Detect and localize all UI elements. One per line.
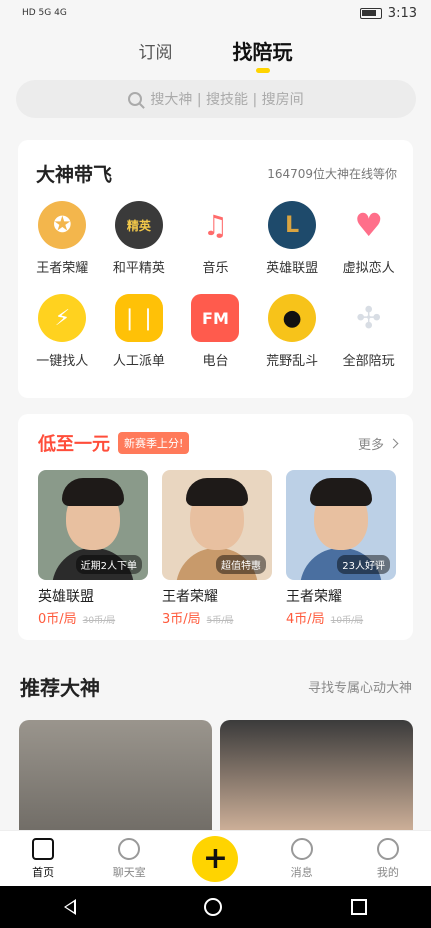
category-radio[interactable]: FM 电台 [177,294,254,369]
home-circle-icon[interactable] [204,898,223,916]
dispatch-icon: ❘❘ [114,294,163,342]
battery-icon [359,7,382,19]
category-manual-dispatch[interactable]: ❘❘ 人工派单 [101,294,178,369]
heart-icon [118,837,141,860]
category-lol[interactable]: L 英雄联盟 [254,201,331,276]
gramophone-icon: ♫ [191,201,240,249]
nav-add[interactable]: + [185,835,245,882]
system-nav-bar [0,886,431,928]
photo-badge: 23人好评 [337,555,390,574]
price: 3币/局 5币/局 [162,612,234,627]
top-players-card: 大神带飞 164709位大神在线等你 ✪ 王者荣耀 精英 和平精英 ♫ 音乐 L… [18,140,413,398]
status-bar: HD 5G 4G 3:13 [0,0,431,26]
recent-apps-icon[interactable] [350,899,367,915]
all-grid-icon: ✣ [344,294,393,342]
price: 4币/局 10币/局 [286,612,364,627]
more-button[interactable]: 更多 [358,434,399,453]
section-title: 大神带飞 [36,164,113,186]
nav-messages[interactable]: 消息 [272,837,332,880]
game-name: 王者荣耀 [286,589,342,605]
search-bar[interactable]: 搜大神 | 搜技能 | 搜房间 [16,80,416,118]
peace-elite-icon: 精英 [114,201,163,249]
search-placeholder: 搜大神 | 搜技能 | 搜房间 [150,92,304,108]
nav-chatroom[interactable]: 聊天室 [99,837,159,880]
nav-home[interactable]: 首页 [13,837,73,880]
deals-title: 低至一元 [38,434,110,455]
back-icon[interactable] [64,899,77,915]
hearts-icon: ♥ [344,201,393,249]
recommend-title: 推荐大神 [20,676,100,700]
category-all[interactable]: ✣ 全部陪玩 [330,294,407,369]
deal-item[interactable]: 近期2人下单 英雄联盟 0币/局 30币/局 [38,470,148,627]
recommend-subtitle[interactable]: 寻找专属心动大神 [308,677,412,696]
recommend-header: 推荐大神 寻找专属心动大神 [20,672,412,701]
bottom-nav: 首页 聊天室 + 消息 我的 [0,830,431,886]
photo-badge: 近期2人下单 [75,555,142,574]
category-quick-match[interactable]: ⚡ 一键找人 [24,294,101,369]
tab-subscribe[interactable]: 订阅 [139,38,173,63]
plus-icon: + [192,835,239,882]
radio-icon: FM [191,294,240,342]
brawl-stars-icon: ● [268,294,317,342]
category-grid: ✪ 王者荣耀 精英 和平精英 ♫ 音乐 L 英雄联盟 ♥ 虚拟恋人 ⚡ 一键找人… [18,187,413,369]
deal-item[interactable]: 23人好评 王者荣耀 4币/局 10币/局 [286,470,396,627]
clock: 3:13 [387,5,417,21]
home-icon [32,837,55,860]
signal-indicators: HD 5G 4G [22,8,67,18]
category-virtual-lover[interactable]: ♥ 虚拟恋人 [330,201,407,276]
game-name: 王者荣耀 [162,589,218,605]
player-photo: 超值特惠 [162,470,272,580]
honor-of-kings-icon: ✪ [38,201,87,249]
message-icon [290,837,313,860]
online-count: 164709位大神在线等你 [267,167,397,181]
deal-item[interactable]: 超值特惠 王者荣耀 3币/局 5币/局 [162,470,272,627]
category-honor-of-kings[interactable]: ✪ 王者荣耀 [24,201,101,276]
search-icon [128,92,143,106]
category-brawl-stars[interactable]: ● 荒野乱斗 [254,294,331,369]
lightning-icon: ⚡ [38,294,87,342]
price: 0币/局 30币/局 [38,612,116,627]
status-right: 3:13 [359,5,417,21]
recommend-card-2[interactable] [220,720,413,840]
lol-icon: L [268,201,317,249]
category-peace-elite[interactable]: 精英 和平精英 [101,201,178,276]
chevron-right-icon [388,438,399,448]
category-music[interactable]: ♫ 音乐 [177,201,254,276]
top-tabs: 订阅 找陪玩 [0,30,431,70]
player-photo: 23人好评 [286,470,396,580]
game-name: 英雄联盟 [38,589,94,605]
deals-card: 低至一元 新赛季上分! 更多 近期2人下单 英雄联盟 0币/局 30币/局 超值特… [18,414,413,640]
photo-badge: 超值特惠 [216,555,266,574]
recommend-card-1[interactable] [19,720,212,840]
nav-mine[interactable]: 我的 [358,837,418,880]
season-tag: 新赛季上分! [118,432,190,454]
tab-find-companion[interactable]: 找陪玩 [233,36,293,65]
player-photo: 近期2人下单 [38,470,148,580]
profile-icon [376,837,399,860]
